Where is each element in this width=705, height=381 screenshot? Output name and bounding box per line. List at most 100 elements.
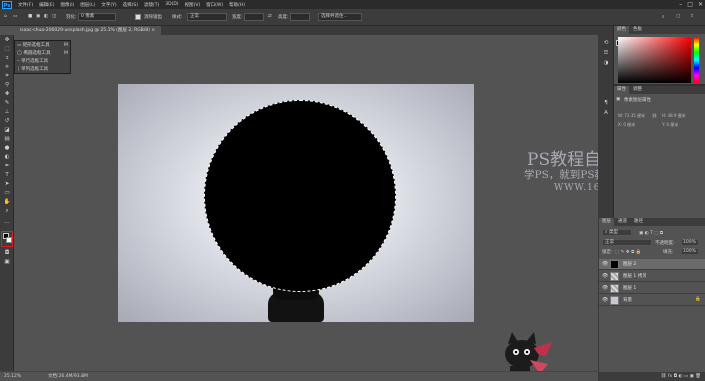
- clone-stamp-icon[interactable]: ⊥: [3, 109, 11, 116]
- screen-mode-icon[interactable]: ▣: [3, 259, 11, 266]
- tab-adjustments[interactable]: 调整: [630, 86, 645, 94]
- layer-name[interactable]: 图层 2: [623, 261, 636, 267]
- history-panel-icon[interactable]: ⟲: [602, 40, 610, 47]
- share-icon[interactable]: ⇪: [690, 14, 694, 19]
- document-canvas[interactable]: [118, 84, 474, 322]
- layer-row[interactable]: 👁 图层 1: [599, 283, 705, 294]
- width-input[interactable]: [244, 13, 264, 21]
- background-color-swatch[interactable]: [6, 237, 12, 243]
- home-icon[interactable]: ⌂: [4, 14, 7, 19]
- maximize-icon[interactable]: □: [687, 1, 693, 8]
- quick-mask-icon[interactable]: ◘: [3, 250, 11, 257]
- gradient-tool-icon[interactable]: ▤: [3, 136, 11, 143]
- move-tool-icon[interactable]: ✥: [3, 37, 11, 44]
- status-arrow-icon[interactable]: ›: [82, 372, 84, 381]
- select-and-mask-button[interactable]: 选择并遮住...: [318, 13, 362, 21]
- add-selection-icon[interactable]: ▣: [36, 14, 40, 19]
- swap-icon[interactable]: ⇄: [268, 14, 272, 19]
- flyout-item[interactable]: ◯ 椭圆选框工具: [17, 50, 50, 57]
- color-field[interactable]: [618, 37, 691, 83]
- adjustments-panel-icon[interactable]: ◑: [602, 60, 610, 67]
- menu-image[interactable]: 图像(I): [57, 2, 77, 8]
- marquee-tool-icon[interactable]: ⬚: [3, 46, 11, 53]
- feather-input[interactable]: 0 像素: [78, 13, 116, 21]
- tab-paths[interactable]: 路径: [631, 218, 646, 226]
- tab-channels[interactable]: 通道: [615, 218, 630, 226]
- lasso-tool-icon[interactable]: ↄ: [3, 55, 11, 62]
- eraser-icon[interactable]: ◪: [3, 127, 11, 134]
- layer-row[interactable]: 👁 背景 🔒: [599, 295, 705, 306]
- tab-layers[interactable]: 图层: [599, 218, 614, 226]
- subtract-selection-icon[interactable]: ◧: [44, 14, 48, 19]
- hue-slider[interactable]: [694, 37, 699, 83]
- marquee-tool-preset-icon[interactable]: ▭: [13, 14, 17, 19]
- document-tab[interactable]: isaac-chua-206029-unsplash.jpg @ 25.1% (…: [14, 26, 162, 35]
- fill-input[interactable]: 100%: [681, 248, 699, 255]
- minimize-icon[interactable]: –: [679, 1, 682, 8]
- healing-brush-icon[interactable]: ✚: [3, 91, 11, 98]
- new-selection-icon[interactable]: ■: [28, 14, 32, 19]
- style-select[interactable]: 正常: [187, 13, 227, 21]
- tab-color[interactable]: 颜色: [614, 26, 629, 34]
- height-input[interactable]: [290, 13, 310, 21]
- tab-swatches[interactable]: 色板: [630, 26, 645, 34]
- close-icon[interactable]: ✕: [698, 1, 703, 8]
- flyout-item[interactable]: ┆ 单列选框工具: [17, 66, 48, 73]
- paragraph-panel-icon[interactable]: ¶: [602, 100, 610, 107]
- brush-tool-icon[interactable]: ✎: [3, 100, 11, 107]
- layers-footer-icons[interactable]: ⛓ fx ◘ ◐ ▭ ▣ 🗑: [599, 372, 705, 381]
- menu-type[interactable]: 文字(Y): [98, 2, 119, 8]
- layer-name[interactable]: 背景: [623, 297, 632, 303]
- pen-tool-icon[interactable]: ✒: [3, 163, 11, 170]
- flyout-item[interactable]: ┄ 单行选框工具: [17, 58, 48, 65]
- history-brush-icon[interactable]: ↺: [3, 118, 11, 125]
- layer-x[interactable]: X: 0 厘米: [618, 122, 635, 128]
- menu-filter[interactable]: 滤镜(T): [141, 2, 162, 8]
- flyout-item[interactable]: ▭ 矩形选框工具: [17, 42, 50, 49]
- hand-tool-icon[interactable]: ✋: [3, 199, 11, 206]
- menu-select[interactable]: 选择(S): [120, 2, 141, 8]
- lock-icons[interactable]: ⬚ ✎ ✥ ⧉ 🔒: [615, 249, 641, 255]
- zoom-level[interactable]: 25.12%: [4, 372, 21, 381]
- workspace-icon[interactable]: ▢: [676, 14, 680, 19]
- blend-mode-select[interactable]: 正常: [602, 239, 652, 246]
- link-icon[interactable]: ⛓: [652, 113, 657, 118]
- more-tools-icon[interactable]: …: [3, 219, 11, 226]
- layer-width[interactable]: W: 73.35 厘米: [618, 113, 645, 119]
- layer-y[interactable]: Y: 0 厘米: [662, 122, 678, 128]
- menu-help[interactable]: 帮助(H): [226, 2, 248, 8]
- layer-height[interactable]: H: 48.9 厘米: [662, 113, 686, 119]
- close-tab-icon[interactable]: ×: [151, 28, 155, 33]
- menu-view[interactable]: 视图(V): [182, 2, 204, 8]
- tab-properties[interactable]: 属性: [614, 86, 629, 94]
- libraries-panel-icon[interactable]: ☰: [602, 50, 610, 57]
- visibility-eye-icon[interactable]: 👁: [602, 261, 608, 267]
- zoom-tool-icon[interactable]: ⌕: [3, 208, 11, 215]
- antialias-checkbox[interactable]: [135, 14, 141, 20]
- visibility-eye-icon[interactable]: 👁: [602, 273, 608, 279]
- layer-filter-select[interactable]: ⌕ 类型: [602, 229, 632, 236]
- opacity-input[interactable]: 100%: [681, 239, 699, 246]
- layer-filter-icons[interactable]: ▣ ◐ T ⬚ ⧉: [639, 230, 663, 236]
- dodge-tool-icon[interactable]: ◐: [3, 154, 11, 161]
- type-tool-icon[interactable]: T: [3, 172, 11, 179]
- menu-edit[interactable]: 编辑(E): [36, 2, 57, 8]
- quick-select-icon[interactable]: ⟡: [3, 64, 11, 71]
- menu-window[interactable]: 窗口(W): [203, 2, 226, 8]
- path-select-icon[interactable]: ➤: [3, 181, 11, 188]
- menu-file[interactable]: 文件(F): [15, 2, 36, 8]
- intersect-selection-icon[interactable]: ◫: [52, 14, 56, 19]
- layer-name[interactable]: 图层 1: [623, 285, 636, 291]
- blur-tool-icon[interactable]: ●: [3, 145, 11, 152]
- layer-name[interactable]: 图层 1 拷贝: [623, 273, 647, 279]
- character-panel-icon[interactable]: A: [602, 110, 610, 117]
- layer-row[interactable]: 👁 图层 2: [599, 259, 705, 270]
- crop-tool-icon[interactable]: ⌗: [3, 73, 11, 80]
- visibility-eye-icon[interactable]: 👁: [602, 285, 608, 291]
- visibility-eye-icon[interactable]: 👁: [602, 297, 608, 303]
- menu-3d[interactable]: 3D(D): [162, 2, 181, 7]
- layer-row[interactable]: 👁 图层 1 拷贝: [599, 271, 705, 282]
- menu-layer[interactable]: 图层(L): [77, 2, 98, 8]
- eyedropper-icon[interactable]: ⚲: [3, 82, 11, 89]
- search-icon[interactable]: ⌕: [662, 14, 665, 20]
